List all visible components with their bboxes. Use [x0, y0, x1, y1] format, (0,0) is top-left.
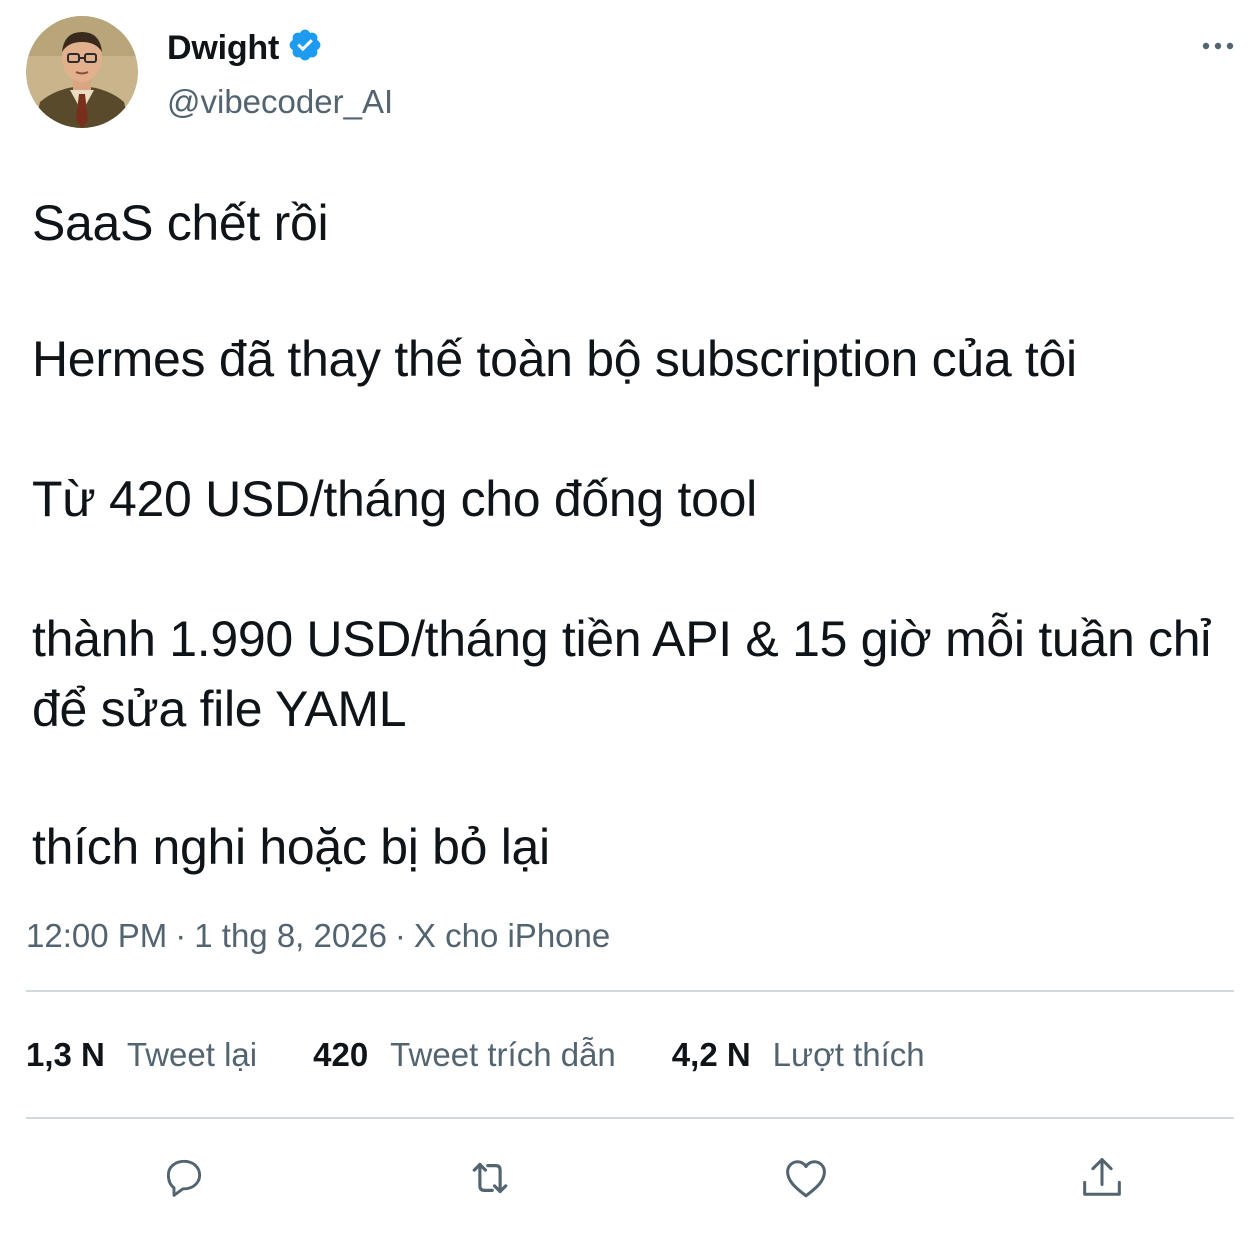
tweet-date[interactable]: 1 thg 8, 2026	[194, 917, 387, 954]
reply-button[interactable]	[156, 1150, 212, 1206]
quote-label: Tweet trích dẫn	[390, 1036, 616, 1073]
tweet-paragraph: Từ 420 USD/tháng cho đống tool	[32, 471, 757, 527]
name-row: Dwight	[167, 26, 323, 70]
tweet-paragraph: Hermes đã thay thế toàn bộ subscription …	[32, 331, 1077, 387]
retweet-label: Tweet lại	[126, 1036, 258, 1073]
tweet-stats: 1,3 N Tweet lại 420 Tweet trích dẫn 4,2 …	[26, 1032, 981, 1078]
heart-icon	[786, 1160, 826, 1198]
share-icon	[1083, 1158, 1121, 1196]
tweet-source[interactable]: X cho iPhone	[414, 917, 610, 954]
profile-photo-icon	[26, 16, 138, 128]
retweet-count-link[interactable]: 1,3 N Tweet lại	[26, 1036, 257, 1074]
divider	[26, 990, 1234, 992]
quote-count: 420	[313, 1036, 369, 1073]
tweet-paragraph: thành 1.990 USD/tháng tiền API & 15 giờ …	[32, 611, 1212, 737]
tweet-time[interactable]: 12:00 PM	[26, 917, 167, 954]
like-button[interactable]	[778, 1150, 834, 1206]
tweet-card: Dwight @vibecoder_AI SaaS chết rồi Herme…	[0, 0, 1254, 1254]
action-bar	[0, 1150, 1254, 1206]
display-name[interactable]: Dwight	[167, 29, 279, 68]
retweet-icon	[472, 1162, 508, 1194]
tweet-paragraph: thích nghi hoặc bị bỏ lại	[32, 819, 550, 875]
retweet-count: 1,3 N	[26, 1036, 105, 1073]
quote-count-link[interactable]: 420 Tweet trích dẫn	[313, 1036, 616, 1074]
more-options-button[interactable]	[1194, 30, 1242, 62]
like-count: 4,2 N	[671, 1036, 751, 1073]
divider	[26, 1117, 1234, 1119]
meta-separator: ·	[394, 917, 406, 954]
avatar[interactable]	[26, 16, 138, 128]
like-count-link[interactable]: 4,2 N Lượt thích	[672, 1036, 925, 1074]
tweet-meta: 12:00 PM · 1 thg 8, 2026 · X cho iPhone	[26, 914, 610, 958]
tweet-paragraph: SaaS chết rồi	[32, 195, 329, 251]
more-dots-icon	[1202, 42, 1234, 50]
user-handle[interactable]: @vibecoder_AI	[167, 80, 393, 124]
retweet-button[interactable]	[462, 1150, 518, 1206]
reply-icon	[166, 1159, 202, 1197]
meta-separator: ·	[175, 917, 187, 954]
share-button[interactable]	[1074, 1150, 1130, 1206]
verified-badge-icon	[287, 27, 323, 63]
like-label: Lượt thích	[772, 1036, 925, 1073]
